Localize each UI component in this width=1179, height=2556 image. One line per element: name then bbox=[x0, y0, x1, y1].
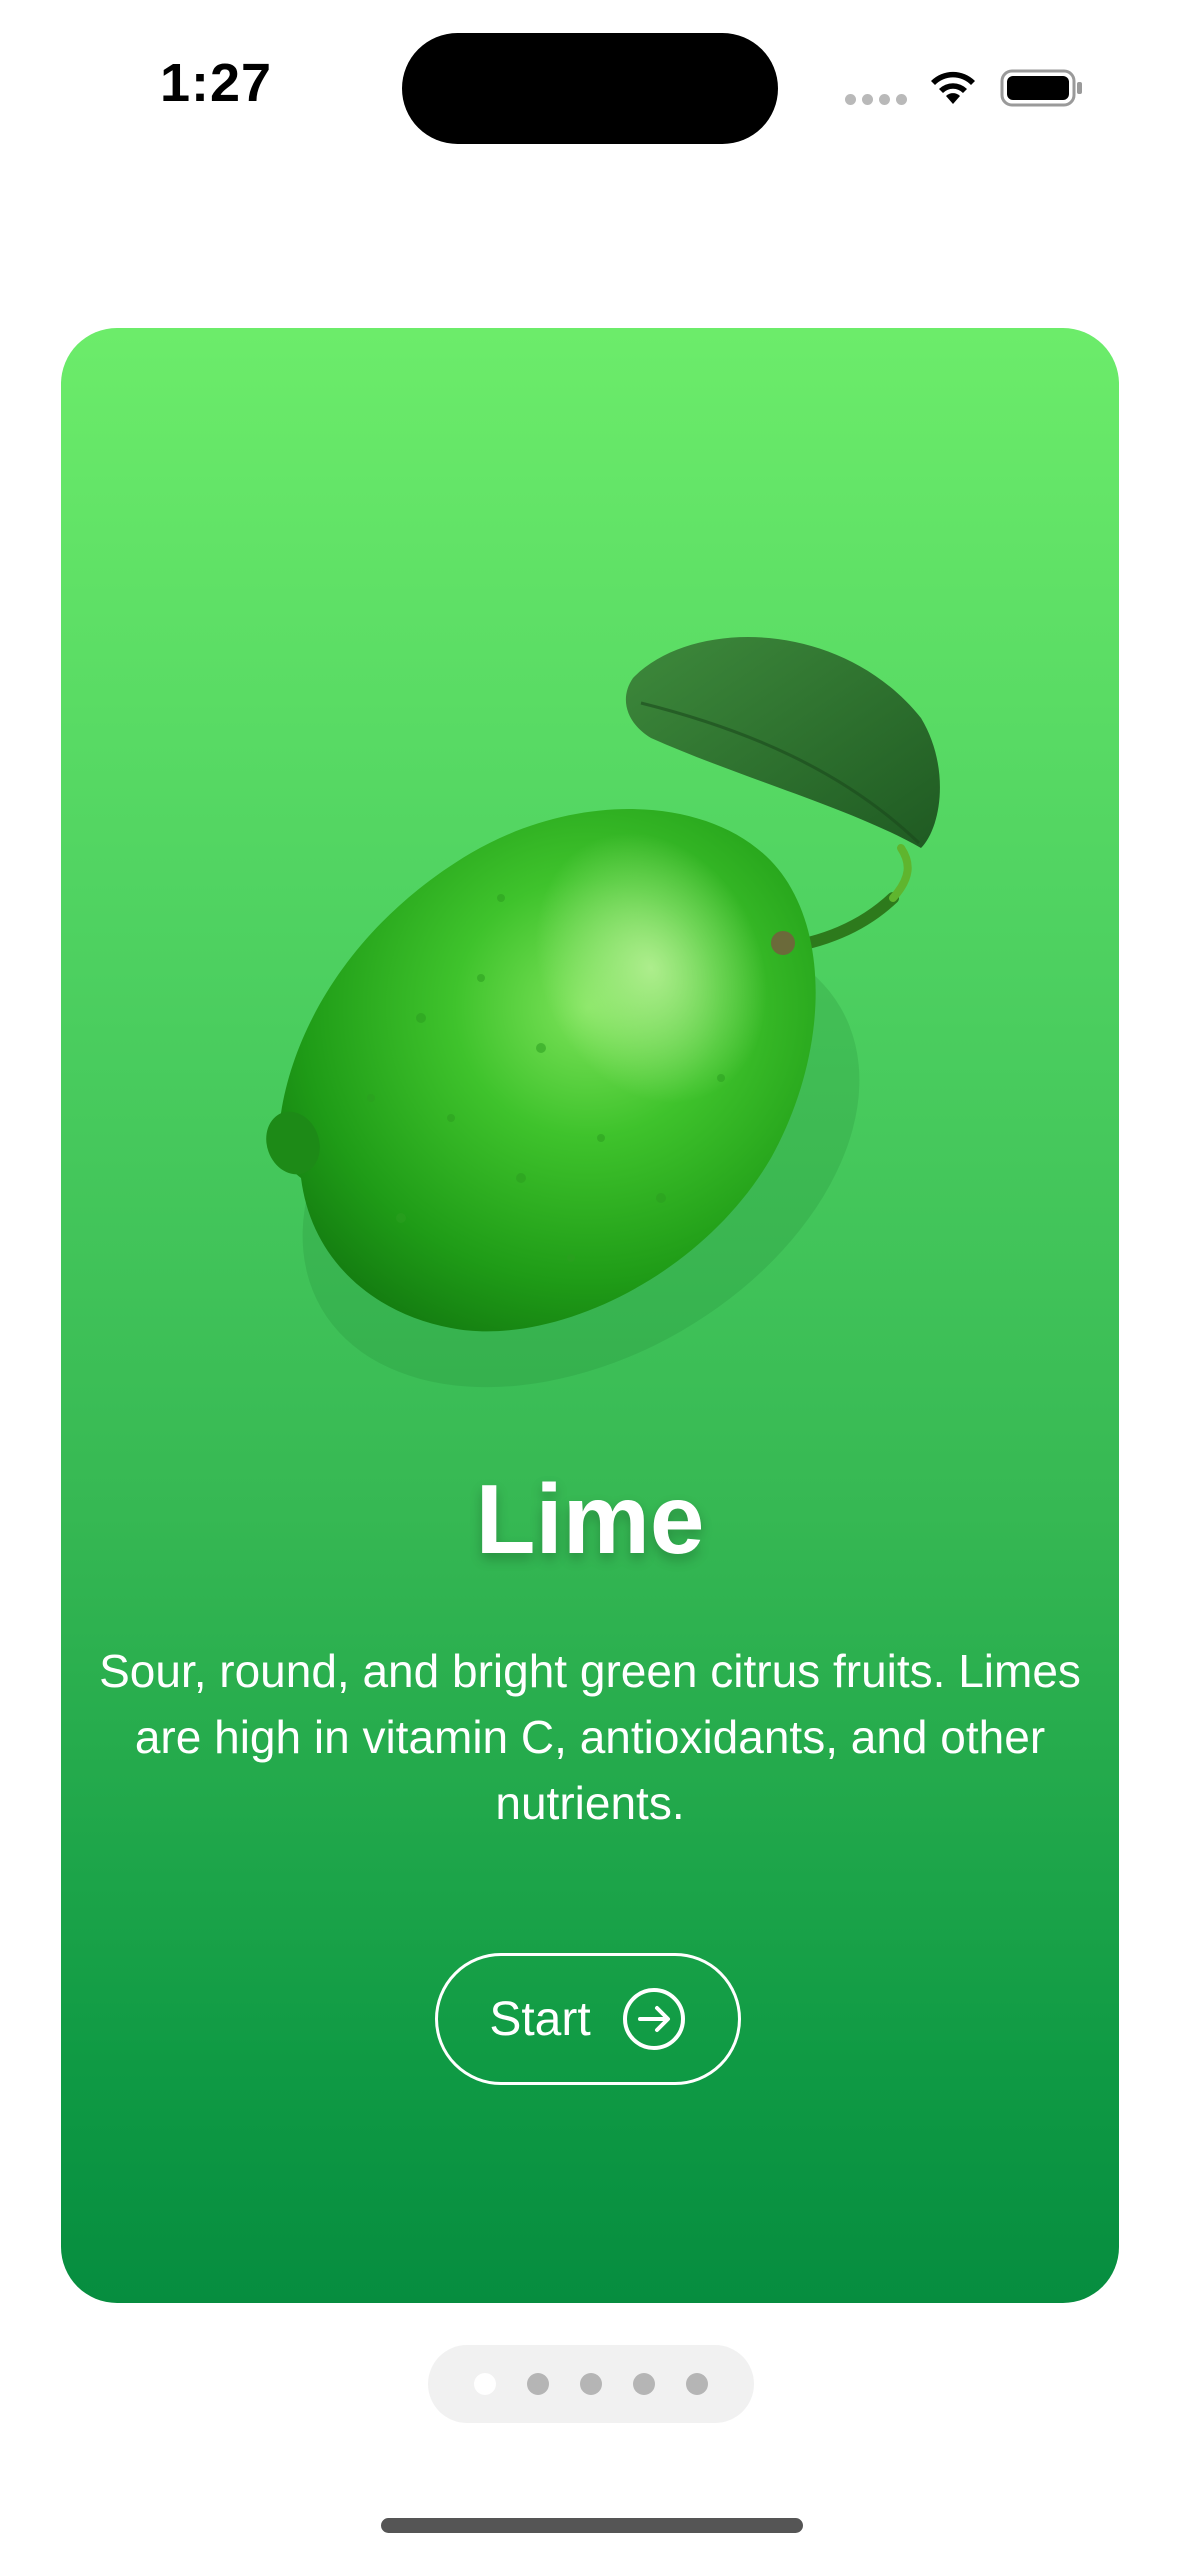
page-dot-4[interactable] bbox=[633, 2373, 655, 2395]
page-indicator[interactable] bbox=[428, 2345, 754, 2423]
page-dot-1[interactable] bbox=[474, 2373, 496, 2395]
dynamic-island bbox=[402, 33, 778, 144]
page-dot-2[interactable] bbox=[527, 2373, 549, 2395]
arrow-right-circle-icon bbox=[622, 1988, 685, 2050]
battery-icon bbox=[1000, 69, 1082, 107]
page-dot-3[interactable] bbox=[580, 2373, 602, 2395]
lime-image bbox=[266, 637, 940, 1388]
cellular-signal-icon bbox=[845, 94, 907, 105]
wifi-icon bbox=[931, 71, 975, 104]
start-button[interactable]: Start bbox=[435, 1953, 741, 2085]
fruit-card: Lime Sour, round, and bright green citru… bbox=[61, 328, 1119, 2303]
home-indicator[interactable] bbox=[381, 2518, 803, 2533]
fruit-description: Sour, round, and bright green citrus fru… bbox=[99, 1645, 1081, 1829]
status-time: 1:27 bbox=[160, 53, 273, 113]
fruit-title: Lime bbox=[475, 1464, 705, 1574]
start-button-label: Start bbox=[489, 1992, 591, 2046]
page-dot-5[interactable] bbox=[686, 2373, 708, 2395]
